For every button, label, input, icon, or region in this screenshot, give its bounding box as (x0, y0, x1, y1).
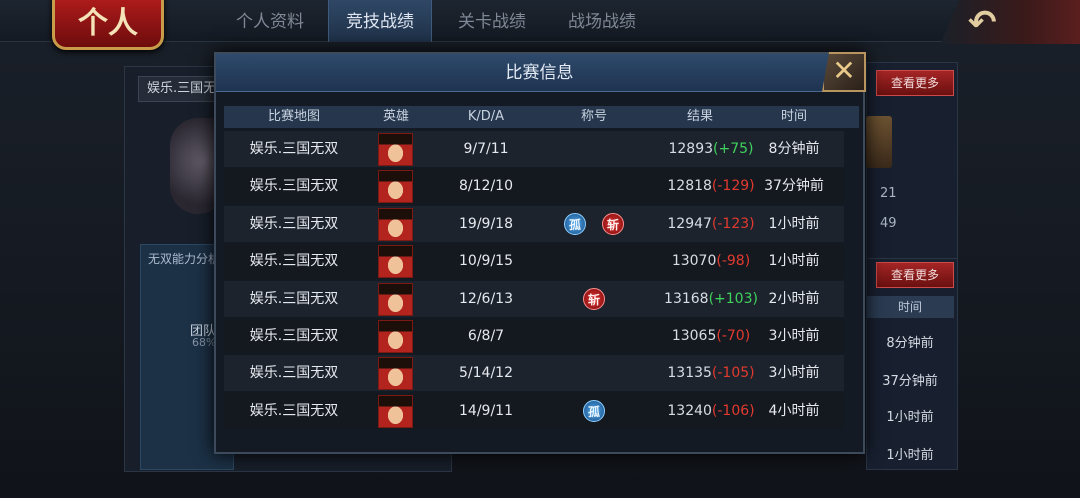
back-arrow-icon: ↶ (968, 3, 997, 43)
map-cell: 娱乐.三国无双 (249, 290, 339, 307)
kda-cell: 9/7/11 (463, 141, 509, 157)
time-cell: 3小时前 (768, 365, 820, 382)
time-cell: 37分钟前 (764, 178, 824, 195)
time-cell: 3小时前 (768, 328, 820, 344)
match-info-dialog: 比赛信息 ✕ 比赛地图 英雄 K/D/A 称号 结果 时间 娱乐.三国无双 9/7… (214, 52, 866, 454)
tab-stages[interactable]: 关卡战绩 (442, 0, 542, 42)
map-cell: 娱乐.三国无双 (249, 178, 339, 195)
table-row[interactable]: 娱乐.三国无双 8/12/10 12818(-129) 37分钟前 (224, 168, 844, 205)
score-delta: (-70) (716, 328, 751, 344)
map-cell: 娱乐.三国无双 (249, 402, 339, 419)
map-cell: 娱乐.三国无双 (249, 141, 339, 157)
col-kda: K/D/A (467, 109, 505, 124)
col-title: 称号 (580, 109, 607, 124)
col-hero: 英雄 (382, 109, 409, 124)
hero-portrait-icon (378, 282, 413, 316)
score-delta: (-123) (711, 215, 755, 232)
score-delta: (-129) (711, 178, 755, 195)
hero-portrait-icon (378, 320, 413, 353)
kda-cell: 5/14/12 (459, 365, 513, 382)
tab-battlefield[interactable]: 战场战绩 (552, 0, 652, 42)
score: 13168 (664, 290, 709, 307)
table-row[interactable]: 娱乐.三国无双 19/9/18 12947(-123) 1小时前 孤斩 (224, 205, 844, 242)
hero-portrait-icon (378, 394, 413, 428)
map-cell: 娱乐.三国无双 (249, 215, 339, 232)
hero-portrait-icon (378, 170, 413, 204)
stat-value-1: 21 (880, 186, 897, 201)
score-delta: (+75) (713, 141, 754, 157)
score: 12893 (668, 141, 714, 157)
lone-wolf-badge-icon: 孤 (583, 399, 605, 422)
score-delta: (-106) (711, 402, 755, 419)
stat-value-2: 49 (880, 216, 897, 231)
score-delta: (-98) (716, 253, 751, 270)
lone-wolf-badge-icon: 孤 (564, 212, 586, 235)
slayer-badge-icon: 斩 (583, 287, 605, 310)
close-button[interactable]: ✕ (822, 52, 866, 92)
map-cell: 娱乐.三国无双 (249, 365, 339, 382)
mode-label: 娱乐.三国无双 (138, 76, 220, 102)
score: 13070 (671, 253, 717, 270)
table-row[interactable]: 娱乐.三国无双 9/7/11 12893(+75) 8分钟前 (224, 131, 844, 167)
score: 13065 (671, 328, 717, 344)
close-icon: ✕ (832, 54, 856, 87)
bg-time: 1小时前 (886, 410, 934, 425)
score-delta: (-105) (711, 365, 755, 382)
col-result: 结果 (686, 109, 713, 124)
time-cell: 2小时前 (768, 290, 820, 307)
table-row[interactable]: 娱乐.三国无双 12/6/13 13168(+103) 2小时前 斩 (224, 280, 844, 317)
table-row[interactable]: 娱乐.三国无双 14/9/11 13240(-106) 4小时前 孤 (224, 392, 844, 429)
hero-portrait-icon (378, 207, 413, 241)
table-row[interactable]: 娱乐.三国无双 6/8/7 13065(-70) 3小时前 (224, 318, 844, 354)
score: 12818 (667, 178, 712, 195)
profile-logo: 个人 (52, 0, 164, 50)
hero-portrait-icon (378, 245, 413, 279)
table-header: 比赛地图 英雄 K/D/A 称号 结果 时间 (224, 106, 859, 128)
view-more-button-2[interactable]: 查看更多 (876, 262, 954, 288)
bg-time: 37分钟前 (882, 374, 938, 389)
score-delta: (+103) (708, 290, 758, 307)
kda-cell: 19/9/18 (459, 215, 513, 232)
bg-time: 8分钟前 (886, 336, 934, 351)
top-bar: 个人 个人资料 竞技战绩 关卡战绩 战场战绩 ↶ (0, 0, 1080, 50)
table-row[interactable]: 娱乐.三国无双 10/9/15 13070(-98) 1小时前 (224, 243, 844, 280)
col-map: 比赛地图 (267, 109, 320, 124)
score: 13240 (667, 402, 712, 419)
kda-cell: 8/12/10 (459, 178, 513, 195)
time-cell: 1小时前 (768, 215, 820, 232)
map-cell: 娱乐.三国无双 (249, 328, 339, 344)
kda-cell: 6/8/7 (467, 328, 505, 344)
team-pct: 68% (192, 336, 217, 349)
tab-competitive[interactable]: 竞技战绩 (328, 0, 432, 42)
time-cell: 1小时前 (768, 253, 820, 270)
view-more-button[interactable]: 查看更多 (876, 70, 954, 96)
dialog-title: 比赛信息 (505, 63, 574, 83)
avatar (866, 116, 892, 168)
slayer-badge-icon: 斩 (602, 212, 624, 235)
tab-profile[interactable]: 个人资料 (220, 0, 320, 42)
time-header: 时间 (866, 296, 954, 318)
score: 13135 (667, 365, 712, 382)
score: 12947 (667, 215, 712, 232)
kda-cell: 12/6/13 (459, 290, 513, 307)
col-time: 时间 (780, 109, 807, 124)
time-cell: 8分钟前 (768, 141, 820, 157)
kda-cell: 10/9/15 (459, 253, 513, 270)
bg-time: 1小时前 (886, 448, 934, 463)
time-cell: 4小时前 (768, 402, 820, 419)
right-panel-lower (866, 258, 958, 470)
kda-cell: 14/9/11 (459, 402, 513, 419)
hero-portrait-icon (378, 133, 413, 166)
dialog-header: 比赛信息 (216, 54, 863, 92)
map-cell: 娱乐.三国无双 (249, 253, 339, 270)
back-button[interactable]: ↶ (940, 0, 1080, 44)
hero-portrait-icon (378, 357, 413, 391)
table-row[interactable]: 娱乐.三国无双 5/14/12 13135(-105) 3小时前 (224, 355, 844, 392)
